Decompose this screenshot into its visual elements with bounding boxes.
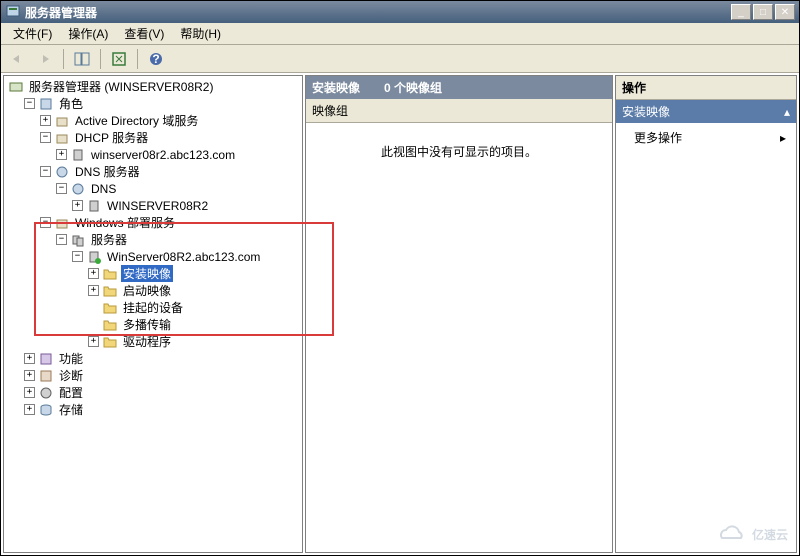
actions-pane: 操作 安装映像 ▴ 更多操作 ▸ — [615, 75, 797, 553]
expand-icon[interactable]: − — [72, 251, 83, 262]
toolbar-show-hide-button[interactable] — [70, 48, 94, 70]
menu-view[interactable]: 查看(V) — [116, 23, 172, 44]
tree-dns[interactable]: − DNS 服务器 — [40, 163, 300, 180]
menubar: 文件(F) 操作(A) 查看(V) 帮助(H) — [1, 23, 799, 45]
tree-pane: 服务器管理器 (WINSERVER08R2) − 角色 — [3, 75, 303, 553]
features-icon — [38, 351, 54, 367]
wds-icon — [54, 215, 70, 231]
window-title: 服务器管理器 — [25, 4, 731, 21]
menu-file[interactable]: 文件(F) — [5, 23, 60, 44]
chevron-right-icon: ▸ — [780, 131, 786, 145]
nav-forward-button[interactable] — [33, 48, 57, 70]
tree-storage[interactable]: +存储 — [24, 401, 300, 418]
tree-boot-images[interactable]: +启动映像 — [88, 282, 300, 299]
close-button[interactable]: ✕ — [775, 4, 795, 20]
dns-icon — [70, 181, 86, 197]
folder-icon — [102, 300, 118, 316]
expand-icon[interactable]: + — [40, 115, 51, 126]
tree-multicast[interactable]: 多播传输 — [88, 316, 300, 333]
diagnostics-icon — [38, 368, 54, 384]
column-header[interactable]: 映像组 — [306, 99, 612, 123]
console-tree[interactable]: 服务器管理器 (WINSERVER08R2) − 角色 — [4, 76, 302, 420]
toolbar-separator — [100, 49, 101, 69]
tree-roles[interactable]: − 角色 — [24, 95, 300, 112]
expand-icon[interactable]: − — [56, 234, 67, 245]
expand-icon[interactable]: + — [72, 200, 83, 211]
actions-title: 操作 — [616, 76, 796, 100]
expand-icon[interactable]: + — [24, 404, 35, 415]
expand-icon[interactable]: + — [24, 387, 35, 398]
expand-icon[interactable]: − — [40, 217, 51, 228]
tree-dns-sub[interactable]: − DNS — [56, 180, 300, 197]
server-running-icon — [86, 249, 102, 265]
servers-icon — [70, 232, 86, 248]
detail-pane: 安装映像 0 个映像组 映像组 此视图中没有可显示的项目。 — [305, 75, 613, 553]
toolbar: ? — [1, 45, 799, 73]
tree-diagnostics[interactable]: +诊断 — [24, 367, 300, 384]
dns-icon — [54, 164, 70, 180]
toolbar-help-button[interactable]: ? — [144, 48, 168, 70]
menu-action[interactable]: 操作(A) — [60, 23, 116, 44]
tree-config[interactable]: +配置 — [24, 384, 300, 401]
tree-wds-host[interactable]: − WinServer08R2.abc123.com — [72, 248, 300, 265]
tree-dhcp[interactable]: − DHCP 服务器 — [40, 129, 300, 146]
toolbar-refresh-button[interactable] — [107, 48, 131, 70]
minimize-button[interactable]: _ — [731, 4, 751, 20]
app-icon — [5, 4, 21, 20]
folder-icon — [102, 266, 118, 282]
expand-icon[interactable]: + — [88, 268, 99, 279]
server-icon — [70, 147, 86, 163]
ad-icon — [54, 113, 70, 129]
tree-drivers[interactable]: +驱动程序 — [88, 333, 300, 350]
actions-section[interactable]: 安装映像 ▴ — [616, 100, 796, 123]
server-icon — [86, 198, 102, 214]
detail-count: 0 个映像组 — [384, 79, 442, 96]
expand-icon[interactable]: + — [88, 285, 99, 296]
folder-icon — [102, 317, 118, 333]
folder-icon — [102, 334, 118, 350]
empty-message: 此视图中没有可显示的项目。 — [306, 123, 612, 180]
maximize-button[interactable]: □ — [753, 4, 773, 20]
more-actions[interactable]: 更多操作 ▸ — [616, 123, 796, 152]
expand-icon[interactable]: + — [56, 149, 67, 160]
tree-wds[interactable]: − Windows 部署服务 — [40, 214, 300, 231]
config-icon — [38, 385, 54, 401]
expand-icon[interactable]: + — [88, 336, 99, 347]
detail-header: 安装映像 0 个映像组 — [306, 76, 612, 99]
dhcp-icon — [54, 130, 70, 146]
toolbar-separator — [137, 49, 138, 69]
storage-icon — [38, 402, 54, 418]
detail-title: 安装映像 — [312, 79, 360, 96]
nav-back-button[interactable] — [5, 48, 29, 70]
tree-features[interactable]: +功能 — [24, 350, 300, 367]
main-body: 服务器管理器 (WINSERVER08R2) − 角色 — [1, 73, 799, 555]
tree-dns-host[interactable]: + WINSERVER08R2 — [72, 197, 300, 214]
expand-icon[interactable]: − — [24, 98, 35, 109]
roles-icon — [38, 96, 54, 112]
collapse-icon: ▴ — [784, 105, 790, 119]
expand-icon[interactable]: + — [24, 353, 35, 364]
tree-wds-servers[interactable]: − 服务器 — [56, 231, 300, 248]
app-window: 服务器管理器 _ □ ✕ 文件(F) 操作(A) 查看(V) 帮助(H) ? — [0, 0, 800, 556]
expand-icon[interactable]: + — [24, 370, 35, 381]
tree-ad[interactable]: + Active Directory 域服务 — [40, 112, 300, 129]
tree-install-images[interactable]: +安装映像 — [88, 265, 300, 282]
folder-icon — [102, 283, 118, 299]
server-manager-icon — [8, 79, 24, 95]
titlebar: 服务器管理器 _ □ ✕ — [1, 1, 799, 23]
tree-root[interactable]: 服务器管理器 (WINSERVER08R2) — [8, 78, 300, 95]
svg-text:?: ? — [152, 52, 159, 66]
expand-icon[interactable]: − — [40, 166, 51, 177]
tree-dhcp-host[interactable]: + winserver08r2.abc123.com — [56, 146, 300, 163]
expand-icon[interactable]: − — [40, 132, 51, 143]
menu-help[interactable]: 帮助(H) — [172, 23, 229, 44]
tree-pending-devices[interactable]: 挂起的设备 — [88, 299, 300, 316]
expand-icon[interactable]: − — [56, 183, 67, 194]
window-controls: _ □ ✕ — [731, 4, 795, 20]
toolbar-separator — [63, 49, 64, 69]
